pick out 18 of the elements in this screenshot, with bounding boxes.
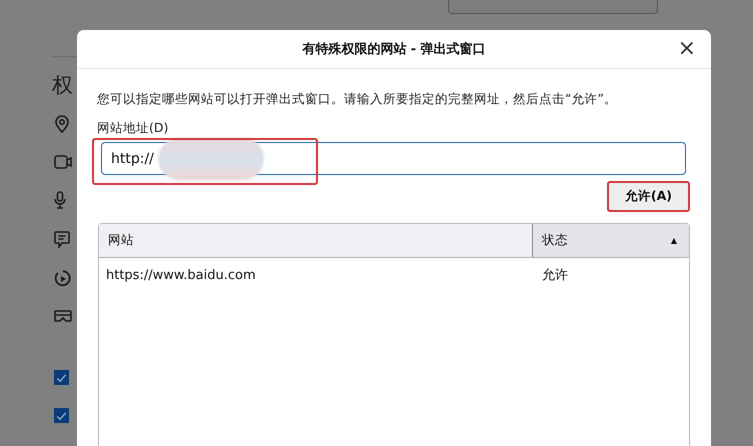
- message-icon[interactable]: [54, 231, 70, 248]
- microphone-icon[interactable]: [54, 191, 66, 209]
- vr-headset-icon[interactable]: [54, 310, 72, 322]
- checkbox[interactable]: [54, 370, 69, 385]
- column-header[interactable]: 网站: [99, 224, 532, 257]
- camera-icon[interactable]: [54, 155, 72, 169]
- dialog-title: 有特殊权限的网站 - 弹出式窗口: [302, 40, 486, 58]
- field-label: 网站地址(D): [97, 120, 170, 137]
- allow-button[interactable]: 允许(A): [606, 181, 690, 212]
- close-button[interactable]: ×: [674, 36, 699, 62]
- table-cell-text: https://www.baidu.com: [105, 268, 257, 282]
- column-header[interactable]: 状态 ▲: [532, 224, 689, 257]
- autoplay-icon[interactable]: [54, 270, 72, 288]
- description-text: 您可以指定哪些网站可以打开弹出式窗口。请输入所要指定的完整网址，然后点击“允许”。: [97, 91, 618, 108]
- checkbox[interactable]: [54, 408, 69, 423]
- section-heading: 权: [52, 73, 74, 97]
- table-cell-text: 允许: [541, 267, 568, 284]
- location-icon[interactable]: [54, 115, 70, 133]
